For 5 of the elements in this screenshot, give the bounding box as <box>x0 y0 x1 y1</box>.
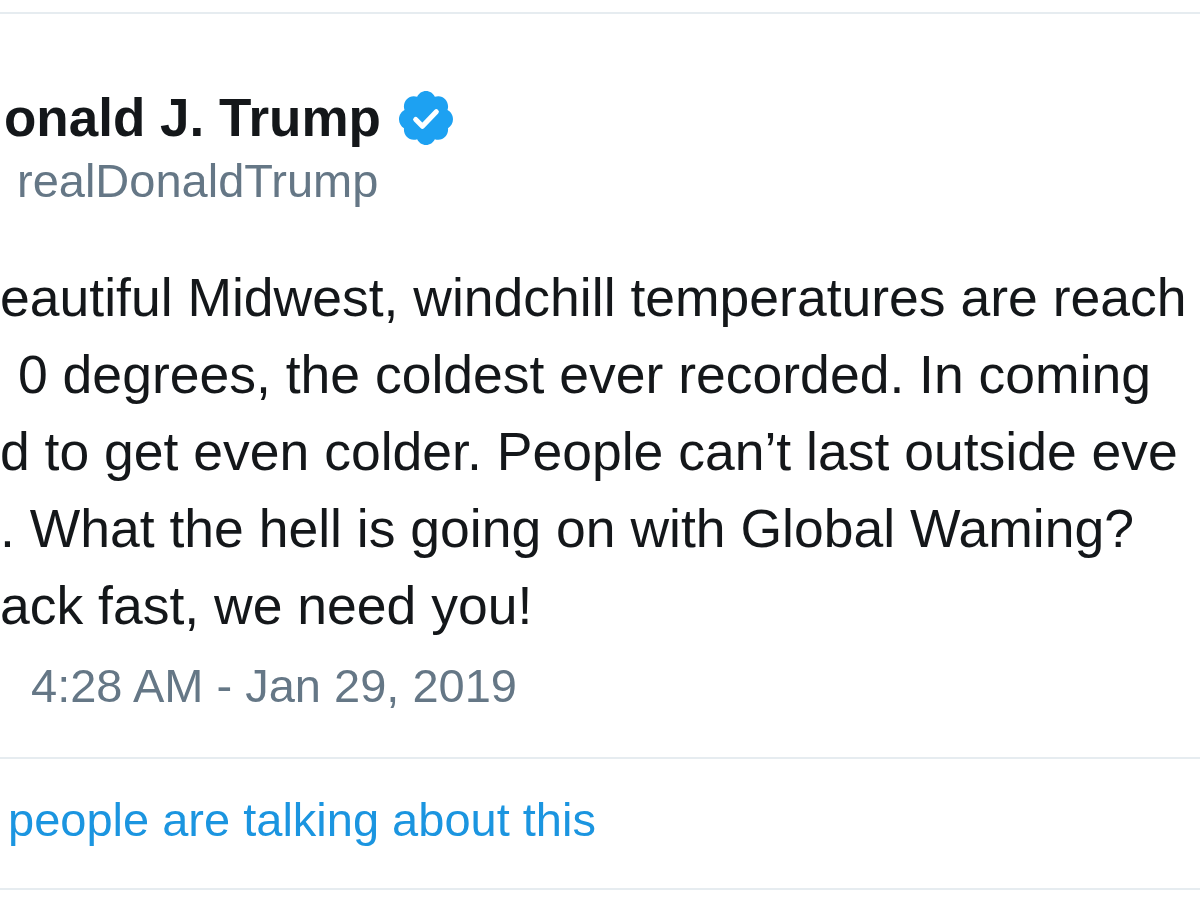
tweet-text: eautiful Midwest, windchill temperatures are reach 0 degrees, the coldest ever recorded. In coming d to get even colder. People can’t last outside eve . What the hell is going on with Global Waming? ack fast, we need you! <box>0 267 1187 637</box>
tweet-timestamp[interactable]: 4:28 AM - Jan 29, 2019 <box>31 659 517 712</box>
author-handle[interactable]: realDonaldTrump <box>17 154 379 207</box>
author-name[interactable]: onald J. Trump <box>4 88 381 148</box>
talking-about-link[interactable]: people are talking about this <box>8 793 596 846</box>
